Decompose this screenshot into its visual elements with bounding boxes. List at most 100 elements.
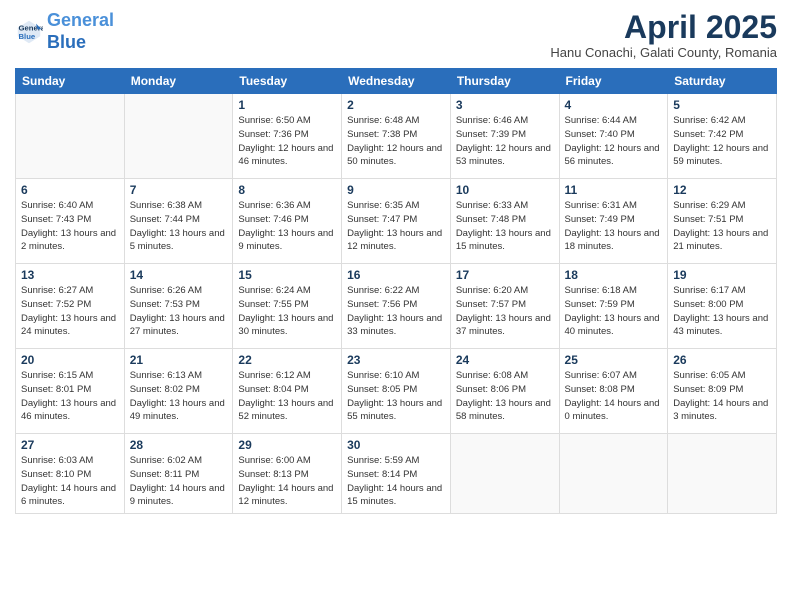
- day-cell: 5 Sunrise: 6:42 AMSunset: 7:42 PMDaylight…: [668, 94, 777, 179]
- day-number: 10: [456, 183, 554, 197]
- day-cell: 27 Sunrise: 6:03 AMSunset: 8:10 PMDayligh…: [16, 434, 125, 514]
- day-cell: 23 Sunrise: 6:10 AMSunset: 8:05 PMDayligh…: [342, 349, 451, 434]
- day-cell: 20 Sunrise: 6:15 AMSunset: 8:01 PMDayligh…: [16, 349, 125, 434]
- day-number: 29: [238, 438, 336, 452]
- day-info: Sunrise: 6:07 AMSunset: 8:08 PMDaylight:…: [565, 369, 663, 424]
- week-row-4: 20 Sunrise: 6:15 AMSunset: 8:01 PMDayligh…: [16, 349, 777, 434]
- day-number: 30: [347, 438, 445, 452]
- day-cell: 13 Sunrise: 6:27 AMSunset: 7:52 PMDayligh…: [16, 264, 125, 349]
- day-number: 26: [673, 353, 771, 367]
- day-cell: 3 Sunrise: 6:46 AMSunset: 7:39 PMDaylight…: [450, 94, 559, 179]
- day-cell: 7 Sunrise: 6:38 AMSunset: 7:44 PMDaylight…: [124, 179, 233, 264]
- day-info: Sunrise: 6:03 AMSunset: 8:10 PMDaylight:…: [21, 454, 119, 509]
- day-cell: 22 Sunrise: 6:12 AMSunset: 8:04 PMDayligh…: [233, 349, 342, 434]
- day-cell: 18 Sunrise: 6:18 AMSunset: 7:59 PMDayligh…: [559, 264, 668, 349]
- day-info: Sunrise: 6:22 AMSunset: 7:56 PMDaylight:…: [347, 284, 445, 339]
- day-info: Sunrise: 6:26 AMSunset: 7:53 PMDaylight:…: [130, 284, 228, 339]
- day-info: Sunrise: 6:02 AMSunset: 8:11 PMDaylight:…: [130, 454, 228, 509]
- day-info: Sunrise: 6:38 AMSunset: 7:44 PMDaylight:…: [130, 199, 228, 254]
- day-number: 1: [238, 98, 336, 112]
- header-row: SundayMondayTuesdayWednesdayThursdayFrid…: [16, 69, 777, 94]
- day-cell: 8 Sunrise: 6:36 AMSunset: 7:46 PMDaylight…: [233, 179, 342, 264]
- day-cell: 29 Sunrise: 6:00 AMSunset: 8:13 PMDayligh…: [233, 434, 342, 514]
- calendar-table: SundayMondayTuesdayWednesdayThursdayFrid…: [15, 68, 777, 514]
- day-number: 7: [130, 183, 228, 197]
- day-cell: 2Sunrise: 6:48 AMSunset: 7:38 PMDaylight…: [342, 94, 451, 179]
- day-number: 12: [673, 183, 771, 197]
- day-number: 3: [456, 98, 554, 112]
- day-info: Sunrise: 6:33 AMSunset: 7:48 PMDaylight:…: [456, 199, 554, 254]
- day-cell: [668, 434, 777, 514]
- day-number: 23: [347, 353, 445, 367]
- day-info: Sunrise: 6:40 AMSunset: 7:43 PMDaylight:…: [21, 199, 119, 254]
- day-info: Sunrise: 6:18 AMSunset: 7:59 PMDaylight:…: [565, 284, 663, 339]
- day-info: Sunrise: 6:35 AMSunset: 7:47 PMDaylight:…: [347, 199, 445, 254]
- day-number: 15: [238, 268, 336, 282]
- day-number: 24: [456, 353, 554, 367]
- col-header-sunday: Sunday: [16, 69, 125, 94]
- day-info: Sunrise: 6:24 AMSunset: 7:55 PMDaylight:…: [238, 284, 336, 339]
- day-number: 28: [130, 438, 228, 452]
- day-cell: 4Sunrise: 6:44 AMSunset: 7:40 PMDaylight…: [559, 94, 668, 179]
- title-block: April 2025 Hanu Conachi, Galati County, …: [550, 10, 777, 60]
- day-cell: 9 Sunrise: 6:35 AMSunset: 7:47 PMDaylight…: [342, 179, 451, 264]
- day-number: 11: [565, 183, 663, 197]
- day-info: Sunrise: 6:15 AMSunset: 8:01 PMDaylight:…: [21, 369, 119, 424]
- day-number: 14: [130, 268, 228, 282]
- day-number: 25: [565, 353, 663, 367]
- day-cell: 26Sunrise: 6:05 AMSunset: 8:09 PMDayligh…: [668, 349, 777, 434]
- day-cell: 28 Sunrise: 6:02 AMSunset: 8:11 PMDayligh…: [124, 434, 233, 514]
- col-header-saturday: Saturday: [668, 69, 777, 94]
- day-cell: 21Sunrise: 6:13 AMSunset: 8:02 PMDayligh…: [124, 349, 233, 434]
- day-cell: 17 Sunrise: 6:20 AMSunset: 7:57 PMDayligh…: [450, 264, 559, 349]
- week-row-2: 6 Sunrise: 6:40 AMSunset: 7:43 PMDaylight…: [16, 179, 777, 264]
- subtitle: Hanu Conachi, Galati County, Romania: [550, 45, 777, 60]
- day-number: 6: [21, 183, 119, 197]
- day-cell: [124, 94, 233, 179]
- day-info: Sunrise: 6:12 AMSunset: 8:04 PMDaylight:…: [238, 369, 336, 424]
- day-info: Sunrise: 6:50 AMSunset: 7:36 PMDaylight:…: [238, 114, 336, 169]
- day-cell: 11Sunrise: 6:31 AMSunset: 7:49 PMDayligh…: [559, 179, 668, 264]
- logo-text: General Blue: [47, 10, 114, 53]
- day-info: Sunrise: 6:20 AMSunset: 7:57 PMDaylight:…: [456, 284, 554, 339]
- day-info: Sunrise: 6:00 AMSunset: 8:13 PMDaylight:…: [238, 454, 336, 509]
- day-info: Sunrise: 6:17 AMSunset: 8:00 PMDaylight:…: [673, 284, 771, 339]
- day-cell: 24 Sunrise: 6:08 AMSunset: 8:06 PMDayligh…: [450, 349, 559, 434]
- week-row-1: 1 Sunrise: 6:50 AMSunset: 7:36 PMDaylight…: [16, 94, 777, 179]
- col-header-friday: Friday: [559, 69, 668, 94]
- day-number: 13: [21, 268, 119, 282]
- day-number: 19: [673, 268, 771, 282]
- day-cell: 25 Sunrise: 6:07 AMSunset: 8:08 PMDayligh…: [559, 349, 668, 434]
- day-info: Sunrise: 6:42 AMSunset: 7:42 PMDaylight:…: [673, 114, 771, 169]
- day-cell: [16, 94, 125, 179]
- day-number: 22: [238, 353, 336, 367]
- col-header-tuesday: Tuesday: [233, 69, 342, 94]
- day-number: 8: [238, 183, 336, 197]
- day-number: 27: [21, 438, 119, 452]
- day-number: 17: [456, 268, 554, 282]
- day-number: 9: [347, 183, 445, 197]
- day-info: Sunrise: 6:27 AMSunset: 7:52 PMDaylight:…: [21, 284, 119, 339]
- header: General Blue General Blue April 2025 Han…: [15, 10, 777, 60]
- day-cell: 19 Sunrise: 6:17 AMSunset: 8:00 PMDayligh…: [668, 264, 777, 349]
- day-cell: 6 Sunrise: 6:40 AMSunset: 7:43 PMDaylight…: [16, 179, 125, 264]
- day-cell: 15 Sunrise: 6:24 AMSunset: 7:55 PMDayligh…: [233, 264, 342, 349]
- month-title: April 2025: [550, 10, 777, 45]
- day-cell: 16Sunrise: 6:22 AMSunset: 7:56 PMDayligh…: [342, 264, 451, 349]
- day-cell: [450, 434, 559, 514]
- day-info: Sunrise: 6:48 AMSunset: 7:38 PMDaylight:…: [347, 114, 445, 169]
- day-number: 5: [673, 98, 771, 112]
- logo-icon: General Blue: [15, 18, 43, 46]
- day-cell: 10 Sunrise: 6:33 AMSunset: 7:48 PMDayligh…: [450, 179, 559, 264]
- day-number: 18: [565, 268, 663, 282]
- col-header-monday: Monday: [124, 69, 233, 94]
- day-cell: 30 Sunrise: 5:59 AMSunset: 8:14 PMDayligh…: [342, 434, 451, 514]
- day-info: Sunrise: 6:46 AMSunset: 7:39 PMDaylight:…: [456, 114, 554, 169]
- day-info: Sunrise: 5:59 AMSunset: 8:14 PMDaylight:…: [347, 454, 445, 509]
- day-info: Sunrise: 6:08 AMSunset: 8:06 PMDaylight:…: [456, 369, 554, 424]
- day-number: 20: [21, 353, 119, 367]
- day-info: Sunrise: 6:36 AMSunset: 7:46 PMDaylight:…: [238, 199, 336, 254]
- col-header-wednesday: Wednesday: [342, 69, 451, 94]
- day-info: Sunrise: 6:10 AMSunset: 8:05 PMDaylight:…: [347, 369, 445, 424]
- logo: General Blue General Blue: [15, 10, 114, 53]
